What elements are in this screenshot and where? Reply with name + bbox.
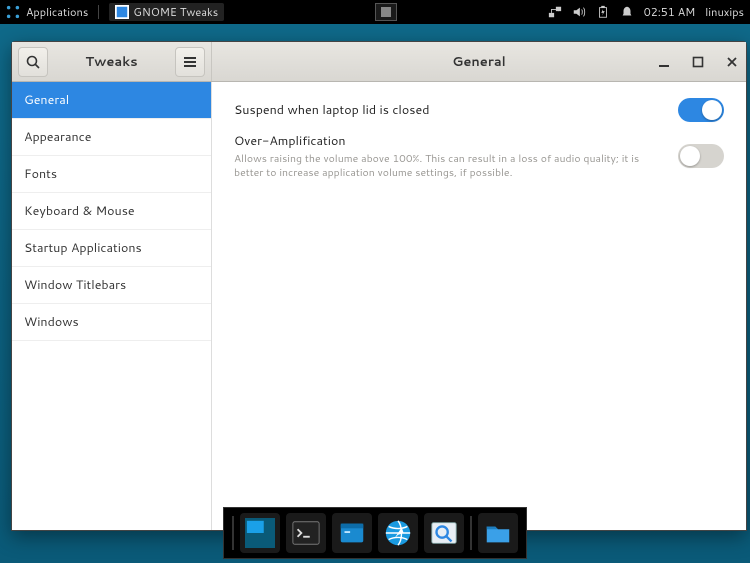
setting-description: Allows raising the volume above 100%. Th… [234,152,654,180]
hamburger-icon [182,54,198,70]
menu-button[interactable] [175,47,205,77]
top-panel: Applications GNOME Tweaks 02:51 AM linux… [0,0,750,24]
content-pane: Suspend when laptop lid is closed Over-A… [212,82,746,530]
taskbar-app-entry[interactable]: GNOME Tweaks [109,3,224,21]
close-button[interactable] [724,54,740,70]
clock[interactable]: 02:51 AM [644,4,696,20]
sidebar-item-window-titlebars[interactable]: Window Titlebars [12,267,211,304]
sidebar-item-label: General [24,91,69,109]
panel-center [224,3,547,21]
setting-suspend-lid: Suspend when laptop lid is closed [234,98,724,122]
sidebar-title: Tweaks [85,53,137,71]
dock-web-browser[interactable] [378,513,418,553]
sidebar-item-label: Window Titlebars [24,276,126,294]
sidebar-item-windows[interactable]: Windows [12,304,211,341]
tweaks-app-icon [115,5,129,19]
desktop-icon [245,518,275,548]
network-icon[interactable] [548,5,562,19]
headerbar-left: Tweaks [12,42,212,81]
maximize-button[interactable] [690,54,706,70]
file-manager-icon [337,518,367,548]
applications-label[interactable]: Applications [26,4,88,20]
dock-terminal[interactable] [286,513,326,553]
notifications-icon[interactable] [620,5,634,19]
dock-files[interactable] [332,513,372,553]
terminal-icon [291,518,321,548]
minimize-button[interactable] [656,54,672,70]
dock [223,507,527,559]
sidebar-item-label: Windows [24,313,79,331]
dock-show-desktop[interactable] [240,513,280,553]
dock-separator [232,516,234,550]
search-icon [25,54,41,70]
dock-folder[interactable] [478,513,518,553]
folder-icon [483,518,513,548]
panel-right: 02:51 AM linuxips [548,4,744,20]
dock-separator [470,516,472,550]
globe-icon [383,518,413,548]
window-body: General Appearance Fonts Keyboard & Mous… [12,82,746,530]
minimize-icon [658,56,670,68]
maximize-icon [692,56,704,68]
sidebar-item-general[interactable]: General [12,82,211,119]
battery-icon[interactable] [596,5,610,19]
over-amplification-toggle[interactable] [678,144,724,168]
suspend-lid-toggle[interactable] [678,98,724,122]
sidebar-item-label: Keyboard & Mouse [24,202,135,220]
sidebar-item-appearance[interactable]: Appearance [12,119,211,156]
setting-over-amplification: Over-Amplification Allows raising the vo… [234,132,724,180]
headerbar: Tweaks General [12,42,746,82]
sidebar-item-label: Fonts [24,165,57,183]
close-icon [726,56,738,68]
setting-label: Over-Amplification [234,132,678,150]
setting-label: Suspend when laptop lid is closed [234,101,678,119]
magnifier-icon [429,518,459,548]
sidebar-item-label: Appearance [24,128,92,146]
volume-icon[interactable] [572,5,586,19]
headerbar-right: General [212,42,746,81]
sidebar-item-fonts[interactable]: Fonts [12,156,211,193]
sidebar: General Appearance Fonts Keyboard & Mous… [12,82,212,530]
sidebar-item-label: Startup Applications [24,239,142,257]
user-label[interactable]: linuxips [705,4,744,20]
dock-screenshot[interactable] [424,513,464,553]
sidebar-item-startup-applications[interactable]: Startup Applications [12,230,211,267]
panel-left: Applications GNOME Tweaks [6,3,224,21]
panel-separator [98,5,99,19]
applications-menu-icon[interactable] [6,5,20,19]
workspace-switcher-icon[interactable] [375,3,397,21]
window-controls [656,54,740,70]
tweaks-window: Tweaks General General Appearance Fonts … [11,41,747,531]
sidebar-item-keyboard-mouse[interactable]: Keyboard & Mouse [12,193,211,230]
taskbar-app-label: GNOME Tweaks [133,4,218,20]
search-button[interactable] [18,47,48,77]
